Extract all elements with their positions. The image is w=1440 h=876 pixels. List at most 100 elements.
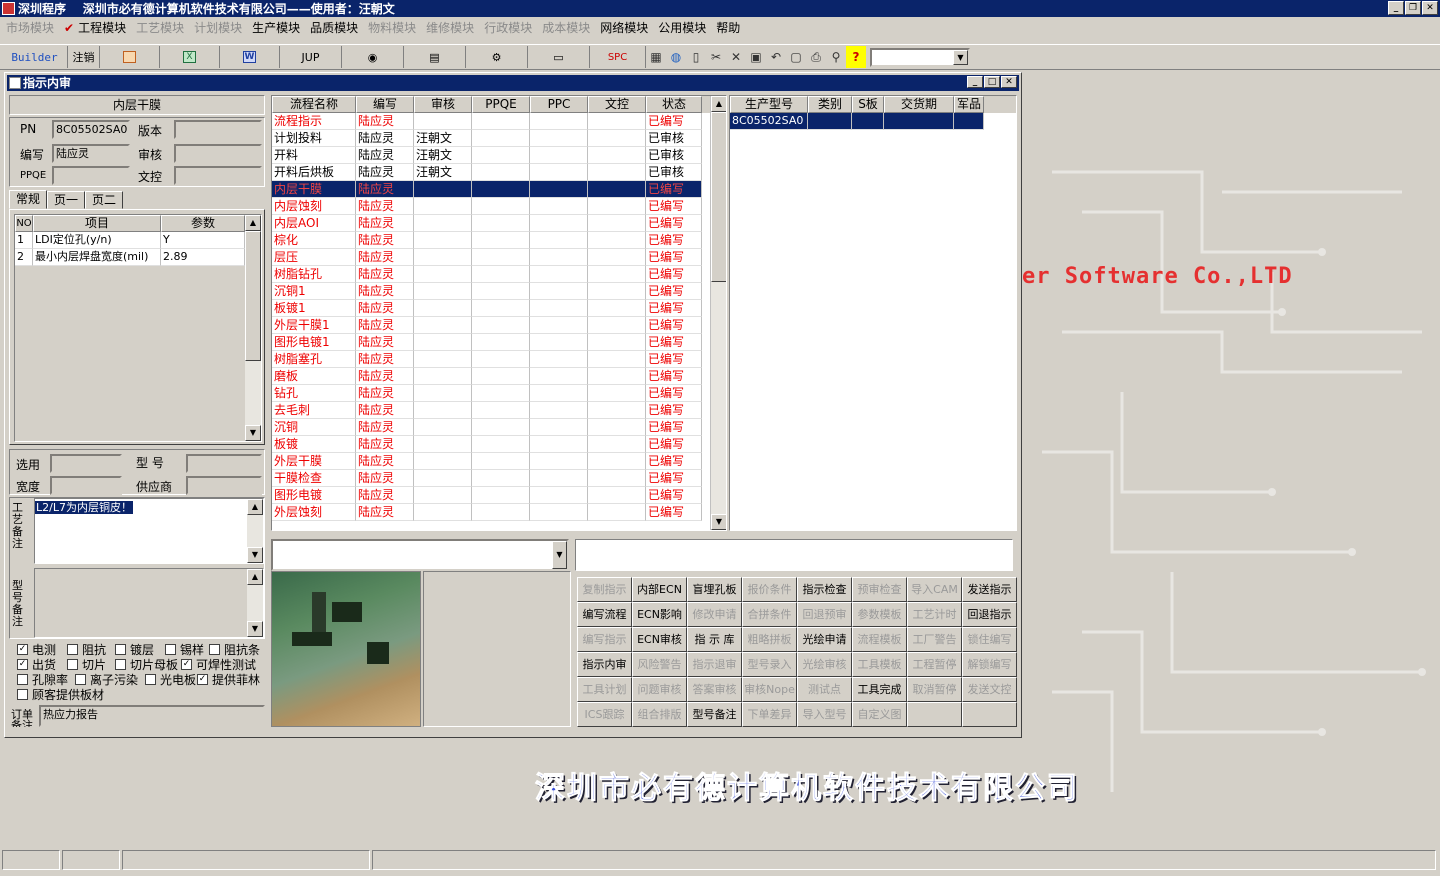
action-button[interactable]: 回退指示 — [962, 602, 1017, 627]
action-button[interactable]: 问题审核 — [632, 677, 687, 702]
checkbox-empty-icon[interactable] — [165, 644, 176, 655]
action-button[interactable]: 工厂警告 — [907, 627, 962, 652]
action-button[interactable]: 粗略拼板 — [742, 627, 797, 652]
process-row[interactable]: 层压 陆应灵 已编写 — [272, 249, 726, 266]
scroll-down-icon[interactable]: ▼ — [245, 425, 261, 441]
model-note-scrollbar[interactable]: ▲ ▼ — [247, 569, 263, 637]
action-button[interactable]: 盲埋孔板 — [687, 577, 742, 602]
process-combo[interactable]: ▼ — [271, 539, 569, 571]
action-button[interactable]: 报价条件 — [742, 577, 797, 602]
excel-button[interactable]: X — [160, 46, 220, 68]
model-header[interactable]: 交货期 — [884, 96, 954, 113]
action-button[interactable]: 指示退审 — [687, 652, 742, 677]
order-note-field[interactable]: 热应力报告 — [39, 705, 265, 727]
checkbox-empty-icon[interactable] — [67, 644, 78, 655]
pn-field[interactable]: 8C05502SA0 — [52, 120, 130, 139]
menu-item-5[interactable]: 品质模块 — [308, 19, 366, 36]
scroll-up-icon[interactable]: ▲ — [247, 499, 263, 515]
scroll-down-icon[interactable]: ▼ — [247, 621, 263, 637]
action-button[interactable]: 工程暂停 — [907, 652, 962, 677]
action-button[interactable] — [962, 702, 1017, 727]
supplier-field[interactable] — [186, 476, 262, 495]
database-button[interactable]: ▤ — [404, 46, 466, 68]
checkbox-checked-icon[interactable]: ✓ — [197, 674, 208, 685]
action-button[interactable]: 合拼条件 — [742, 602, 797, 627]
action-button[interactable]: ECN影响 — [632, 602, 687, 627]
checkbox-empty-icon[interactable] — [67, 659, 78, 670]
process-row[interactable]: 磨板 陆应灵 已编写 — [272, 368, 726, 385]
delete-icon[interactable]: ✕ — [726, 46, 746, 68]
action-button[interactable]: 发送指示 — [962, 577, 1017, 602]
tab-page1[interactable]: 页一 — [47, 191, 86, 209]
action-button[interactable]: 内部ECN — [632, 577, 687, 602]
jup-button[interactable]: JUP — [280, 46, 342, 68]
action-button[interactable]: 编写指示 — [577, 627, 632, 652]
model-field[interactable] — [186, 454, 262, 473]
process-row[interactable]: 图形电镀1 陆应灵 已编写 — [272, 334, 726, 351]
calculator-icon[interactable]: ▦ — [646, 46, 666, 68]
process-row[interactable]: 计划投料 陆应灵 汪朝文 已审核 — [272, 130, 726, 147]
menu-item-0[interactable]: 市场模块 — [4, 19, 62, 36]
process-row[interactable]: 树脂钻孔 陆应灵 已编写 — [272, 266, 726, 283]
action-button[interactable]: 工具计划 — [577, 677, 632, 702]
param-header-no[interactable]: NO — [15, 215, 33, 232]
menu-item-1[interactable]: ✔ 工程模块 — [62, 19, 134, 36]
menu-item-12[interactable]: 帮助 — [714, 19, 748, 36]
model-header[interactable]: 类别 — [808, 96, 852, 113]
process-row[interactable]: 内层AOI 陆应灵 已编写 — [272, 215, 726, 232]
process-row[interactable]: 干膜检查 陆应灵 已编写 — [272, 470, 726, 487]
action-button[interactable]: 导入CAM — [907, 577, 962, 602]
action-button[interactable]: 编写流程 — [577, 602, 632, 627]
menu-item-10[interactable]: 网络模块 — [598, 19, 656, 36]
action-button[interactable]: 预审检查 — [852, 577, 907, 602]
toolbar-combo[interactable]: ▼ — [870, 47, 970, 67]
menu-item-2[interactable]: 工艺模块 — [134, 19, 192, 36]
param-row[interactable]: 1 LDI定位孔(y/n) Y — [15, 232, 245, 249]
action-button[interactable]: 指示检查 — [797, 577, 852, 602]
logout-button[interactable]: 注销 — [68, 46, 100, 68]
checkbox-empty-icon[interactable] — [145, 674, 156, 685]
process-header[interactable]: 状态 — [646, 96, 702, 113]
checkbox-option[interactable]: 顾客提供板材 — [17, 686, 104, 703]
word-button[interactable]: W — [220, 46, 280, 68]
menu-item-9[interactable]: 成本模块 — [540, 19, 598, 36]
process-header[interactable]: 流程名称 — [272, 96, 356, 113]
version-field[interactable] — [174, 120, 262, 139]
param-header-value[interactable]: 参数 — [161, 215, 245, 232]
model-header[interactable]: 军品 — [954, 96, 984, 113]
computer-button[interactable]: ▭ — [528, 46, 590, 68]
builder-button[interactable]: Builder — [2, 46, 68, 68]
process-header[interactable]: PPQE — [472, 96, 530, 113]
select-field[interactable] — [50, 454, 122, 473]
process-header[interactable]: 编写 — [356, 96, 414, 113]
new-file-icon[interactable]: ▯ — [686, 46, 706, 68]
process-scrollbar[interactable]: ▲ ▼ — [710, 96, 726, 530]
menu-item-4[interactable]: 生产模块 — [250, 19, 308, 36]
checkbox-checked-icon[interactable]: ✓ — [17, 644, 28, 655]
action-button[interactable]: 工具完成 — [852, 677, 907, 702]
scroll-thumb[interactable] — [711, 112, 726, 282]
spc-button[interactable]: SPC — [590, 46, 646, 68]
action-button[interactable]: ECN审核 — [632, 627, 687, 652]
process-row[interactable]: 内层蚀刻 陆应灵 已编写 — [272, 198, 726, 215]
print-icon[interactable]: ⎙ — [806, 46, 826, 68]
action-button[interactable]: 型号录入 — [742, 652, 797, 677]
model-header[interactable]: 生产型号 — [730, 96, 808, 113]
process-row[interactable]: 沉铜 陆应灵 已编写 — [272, 419, 726, 436]
action-button[interactable]: 解锁编写 — [962, 652, 1017, 677]
menu-item-7[interactable]: 维修模块 — [424, 19, 482, 36]
checkbox-empty-icon[interactable] — [209, 644, 220, 655]
process-row[interactable]: 板镀 陆应灵 已编写 — [272, 436, 726, 453]
action-button[interactable] — [907, 702, 962, 727]
process-row[interactable]: 开料 陆应灵 汪朝文 已审核 — [272, 147, 726, 164]
action-button[interactable]: 锁住编写 — [962, 627, 1017, 652]
view-button[interactable]: ◉ — [342, 46, 404, 68]
action-button[interactable]: 导入型号 — [797, 702, 852, 727]
process-row[interactable]: 外层干膜1 陆应灵 已编写 — [272, 317, 726, 334]
message-input[interactable] — [575, 539, 1013, 571]
action-button[interactable]: 测试点 — [797, 677, 852, 702]
scroll-up-icon[interactable]: ▲ — [245, 215, 261, 231]
process-row[interactable]: 内层干膜 陆应灵 已编写 — [272, 181, 726, 198]
scroll-down-icon[interactable]: ▼ — [711, 514, 726, 530]
action-button[interactable]: 复制指示 — [577, 577, 632, 602]
